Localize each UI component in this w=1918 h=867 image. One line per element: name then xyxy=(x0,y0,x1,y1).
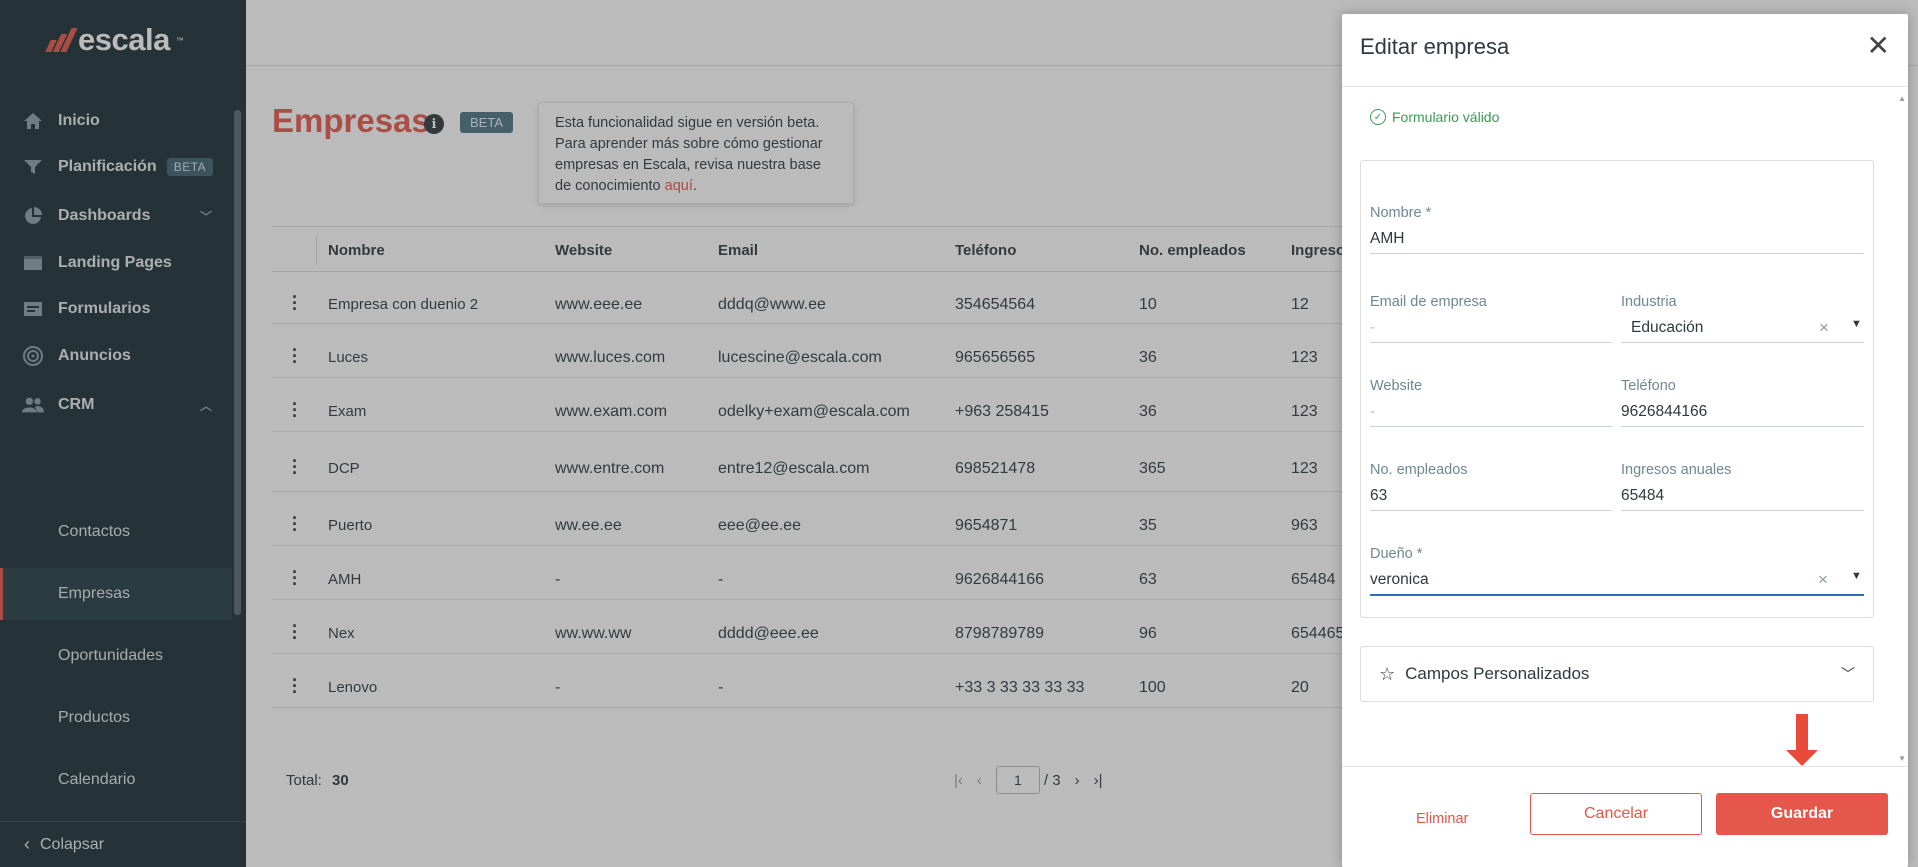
nombre-value[interactable]: AMH xyxy=(1370,230,1404,248)
telefono-field[interactable]: Teléfono 9626844166 xyxy=(1621,378,1864,430)
cancel-button[interactable]: Cancelar xyxy=(1530,793,1702,835)
industria-label: Industria xyxy=(1621,294,1677,310)
modal-title: Editar empresa xyxy=(1360,34,1510,59)
nombre-label: Nombre * xyxy=(1370,205,1432,221)
scroll-up-icon[interactable]: ▲ xyxy=(1898,94,1906,103)
clear-icon[interactable]: × xyxy=(1819,318,1829,338)
empleados-label: No. empleados xyxy=(1370,462,1468,478)
telefono-value[interactable]: 9626844166 xyxy=(1621,403,1707,421)
field-underline-focused xyxy=(1370,594,1864,596)
company-form: Nombre * AMH Email de empresa - Industri… xyxy=(1360,160,1874,618)
custom-fields-label: Campos Personalizados xyxy=(1405,664,1590,683)
ingresos-label: Ingresos anuales xyxy=(1621,462,1732,478)
edit-company-modal: Editar empresa ✕ ▲ ✓ Formulario válido N… xyxy=(1342,14,1908,867)
scroll-down-icon[interactable]: ▼ xyxy=(1898,754,1906,763)
delete-button[interactable]: Eliminar xyxy=(1416,811,1468,827)
field-underline xyxy=(1621,426,1864,427)
custom-fields-accordion[interactable]: ☆ Campos Personalizados ﹀ xyxy=(1360,646,1874,702)
empleados-value[interactable]: 63 xyxy=(1370,487,1387,505)
nombre-field[interactable]: Nombre * AMH xyxy=(1370,205,1864,257)
modal-footer: Eliminar Cancelar Guardar xyxy=(1342,766,1908,867)
website-value[interactable]: - xyxy=(1370,403,1375,421)
industria-value[interactable]: Educación xyxy=(1631,319,1703,337)
check-circle-icon: ✓ xyxy=(1370,109,1386,125)
website-field[interactable]: Website - xyxy=(1370,378,1612,430)
close-icon[interactable]: ✕ xyxy=(1867,32,1890,60)
field-underline xyxy=(1370,253,1864,254)
website-label: Website xyxy=(1370,378,1423,394)
telefono-label: Teléfono xyxy=(1621,378,1676,394)
field-underline xyxy=(1621,510,1864,511)
form-valid-status: ✓ Formulario válido xyxy=(1370,109,1499,125)
save-button[interactable]: Guardar xyxy=(1716,793,1888,835)
form-status-text: Formulario válido xyxy=(1392,109,1500,125)
clear-icon[interactable]: × xyxy=(1818,570,1828,590)
modal-header: Editar empresa ✕ xyxy=(1342,14,1908,87)
field-underline xyxy=(1370,342,1612,343)
ingresos-field[interactable]: Ingresos anuales 65484 xyxy=(1621,462,1864,514)
caret-down-icon[interactable]: ▼ xyxy=(1851,570,1862,582)
field-underline xyxy=(1370,426,1612,427)
empleados-field[interactable]: No. empleados 63 xyxy=(1370,462,1612,514)
email-field[interactable]: Email de empresa - xyxy=(1370,294,1612,346)
caret-down-icon[interactable]: ▼ xyxy=(1851,318,1862,330)
email-label: Email de empresa xyxy=(1370,294,1487,310)
chevron-down-icon: ﹀ xyxy=(1841,666,1855,682)
field-underline xyxy=(1370,510,1612,511)
field-underline xyxy=(1621,342,1864,343)
dueno-value[interactable]: veronica xyxy=(1370,571,1429,589)
email-value[interactable]: - xyxy=(1370,319,1375,337)
annotation-arrow-icon xyxy=(1786,714,1818,766)
dueno-select[interactable]: Dueño * veronica × ▼ xyxy=(1370,546,1864,598)
industria-select[interactable]: Industria Educación × ▼ xyxy=(1621,294,1864,346)
star-icon: ☆ xyxy=(1379,663,1396,684)
ingresos-value[interactable]: 65484 xyxy=(1621,487,1664,505)
dueno-label: Dueño * xyxy=(1370,546,1423,562)
